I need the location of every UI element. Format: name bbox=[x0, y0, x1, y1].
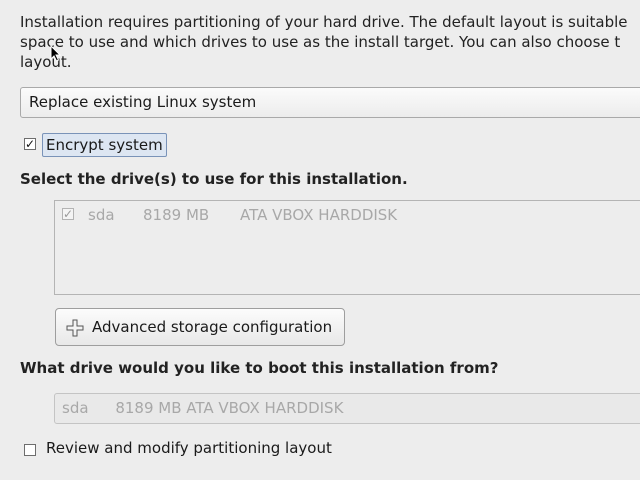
checkmark-icon: ✓ bbox=[25, 137, 36, 151]
plus-icon bbox=[66, 319, 84, 337]
boot-heading: What drive would you like to boot this i… bbox=[20, 359, 499, 377]
drive-checkbox-sda[interactable]: ✓ bbox=[62, 208, 74, 220]
intro-line-3: layout. bbox=[20, 53, 72, 71]
encrypt-system-text: Encrypt system bbox=[46, 136, 163, 154]
advanced-storage-label: Advanced storage configuration bbox=[92, 318, 333, 336]
advanced-storage-button[interactable]: Advanced storage configuration bbox=[55, 308, 345, 346]
drive-model: ATA VBOX HARDDISK bbox=[240, 206, 398, 224]
partition-type-dropdown[interactable]: Replace existing Linux system bbox=[20, 87, 640, 118]
review-partitioning-checkbox[interactable] bbox=[24, 444, 36, 456]
drive-row-sda[interactable]: ✓ sda 8189 MB ATA VBOX HARDDISK bbox=[62, 206, 462, 224]
mouse-pointer-icon bbox=[50, 45, 62, 62]
checkmark-icon: ✓ bbox=[63, 207, 74, 221]
boot-drive-name: sda bbox=[62, 399, 89, 417]
intro-text: Installation requires partitioning of yo… bbox=[20, 12, 640, 72]
encrypt-system-checkbox[interactable]: ✓ bbox=[24, 138, 36, 150]
review-partitioning-label[interactable]: Review and modify partitioning layout bbox=[46, 439, 332, 457]
boot-drive-dropdown[interactable]: sda 8189 MB ATA VBOX HARDDISK bbox=[54, 393, 640, 424]
drive-name: sda bbox=[88, 206, 115, 224]
drives-heading: Select the drive(s) to use for this inst… bbox=[20, 170, 408, 188]
encrypt-system-label[interactable]: Encrypt system bbox=[42, 133, 167, 157]
intro-line-1: Installation requires partitioning of yo… bbox=[20, 13, 628, 31]
drive-size: 8189 MB bbox=[143, 206, 210, 224]
partition-type-value: Replace existing Linux system bbox=[29, 93, 257, 111]
boot-drive-detail: 8189 MB ATA VBOX HARDDISK bbox=[115, 399, 344, 417]
intro-line-2: space to use and which drives to use as … bbox=[20, 33, 621, 51]
